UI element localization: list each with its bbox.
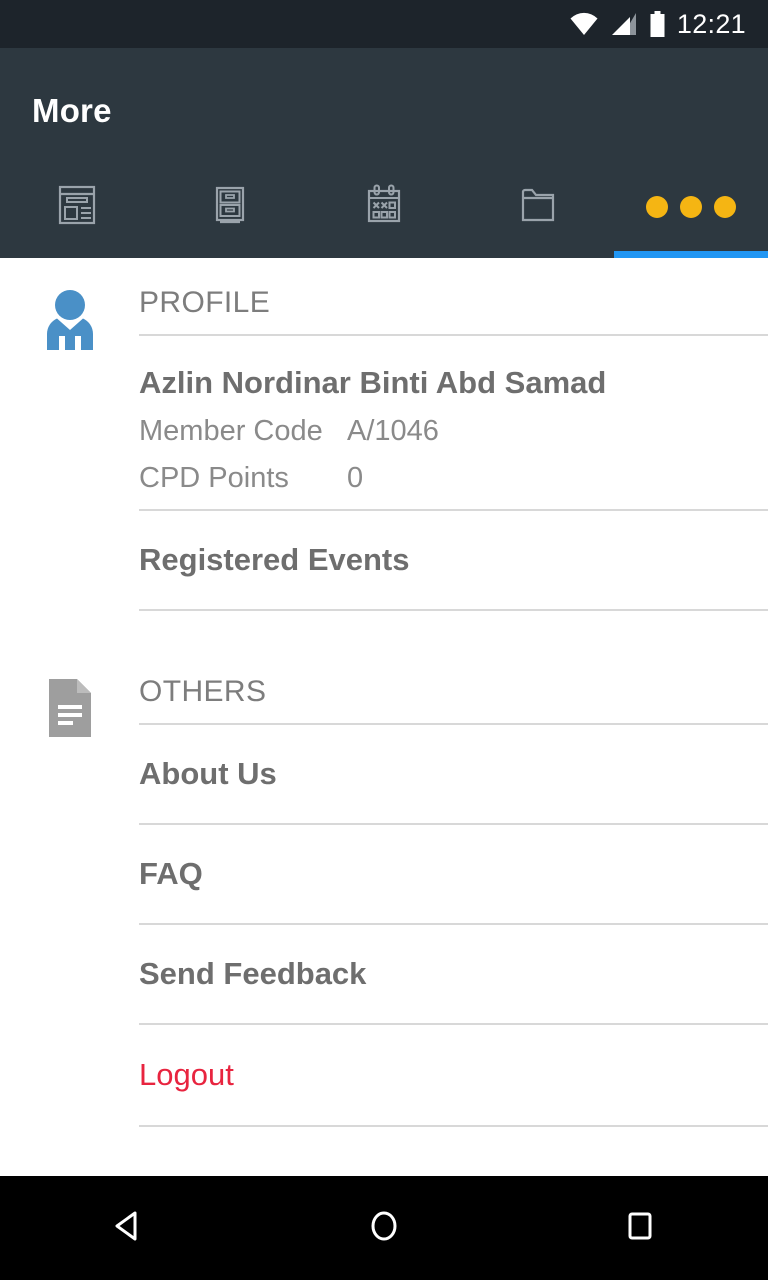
active-tab-indicator — [614, 251, 768, 258]
tab-bar — [0, 156, 768, 258]
tab-events[interactable] — [307, 156, 461, 258]
registered-events-label: Registered Events — [139, 542, 410, 577]
newspaper-icon — [54, 182, 100, 233]
battery-icon — [649, 11, 666, 37]
menu-item-about-us[interactable]: About Us — [139, 725, 768, 825]
menu-item-registered-events[interactable]: Registered Events — [139, 511, 768, 611]
menu-item-logout[interactable]: Logout — [139, 1025, 768, 1127]
recents-square-icon — [620, 1206, 660, 1251]
profile-name: Azlin Nordinar Binti Abd Samad — [139, 365, 607, 400]
cpd-points-label: CPD Points — [139, 462, 289, 494]
cellular-signal-icon — [610, 12, 638, 36]
android-navigation-bar — [0, 1176, 768, 1280]
home-circle-icon — [364, 1206, 404, 1251]
nav-back-button[interactable] — [68, 1176, 188, 1280]
dot-1 — [646, 196, 669, 218]
dot-3 — [714, 196, 737, 218]
others-body: OTHERS About Us FAQ Send Feedback Logout — [139, 655, 768, 1127]
calendar-icon — [361, 182, 407, 233]
dot-2 — [680, 196, 703, 218]
tab-more[interactable] — [614, 156, 768, 258]
profile-section-header: PROFILE — [139, 266, 768, 336]
member-code-value: A/1046 — [347, 415, 439, 447]
tab-news[interactable] — [0, 156, 154, 258]
wifi-icon — [569, 12, 599, 36]
menu-item-faq[interactable]: FAQ — [139, 825, 768, 925]
profile-field-cpd-points: CPD Points 0 — [139, 462, 768, 509]
tab-documents[interactable] — [461, 156, 615, 258]
page-title: More — [32, 92, 112, 129]
faq-label: FAQ — [139, 856, 203, 891]
profile-field-member-code: Member Code A/1046 — [139, 415, 768, 462]
three-dots-icon — [646, 196, 737, 218]
logout-label: Logout — [139, 1057, 234, 1092]
others-section: OTHERS About Us FAQ Send Feedback Logout — [0, 655, 768, 1127]
menu-item-send-feedback[interactable]: Send Feedback — [139, 925, 768, 1025]
nav-home-button[interactable] — [324, 1176, 444, 1280]
filing-cabinet-icon — [207, 182, 253, 233]
about-us-label: About Us — [139, 756, 277, 791]
send-feedback-label: Send Feedback — [139, 956, 367, 991]
status-bar-clock: 12:21 — [676, 8, 746, 39]
person-icon — [0, 266, 139, 611]
tab-cabinet[interactable] — [154, 156, 308, 258]
member-code-label: Member Code — [139, 415, 323, 447]
status-bar: 12:21 — [0, 0, 768, 48]
phone-screen: 12:21 More PROFILE Azlin Nordinar Binti … — [0, 0, 768, 1280]
cpd-points-value: 0 — [347, 462, 364, 494]
more-content: PROFILE Azlin Nordinar Binti Abd Samad M… — [0, 258, 768, 1176]
app-bar: More — [0, 48, 768, 258]
back-triangle-icon — [108, 1206, 148, 1251]
nav-recents-button[interactable] — [580, 1176, 700, 1280]
profile-section: PROFILE Azlin Nordinar Binti Abd Samad M… — [0, 266, 768, 611]
profile-body: PROFILE Azlin Nordinar Binti Abd Samad M… — [139, 266, 768, 611]
others-section-header: OTHERS — [139, 655, 768, 725]
folder-icon — [515, 182, 561, 233]
document-icon — [0, 655, 139, 1127]
